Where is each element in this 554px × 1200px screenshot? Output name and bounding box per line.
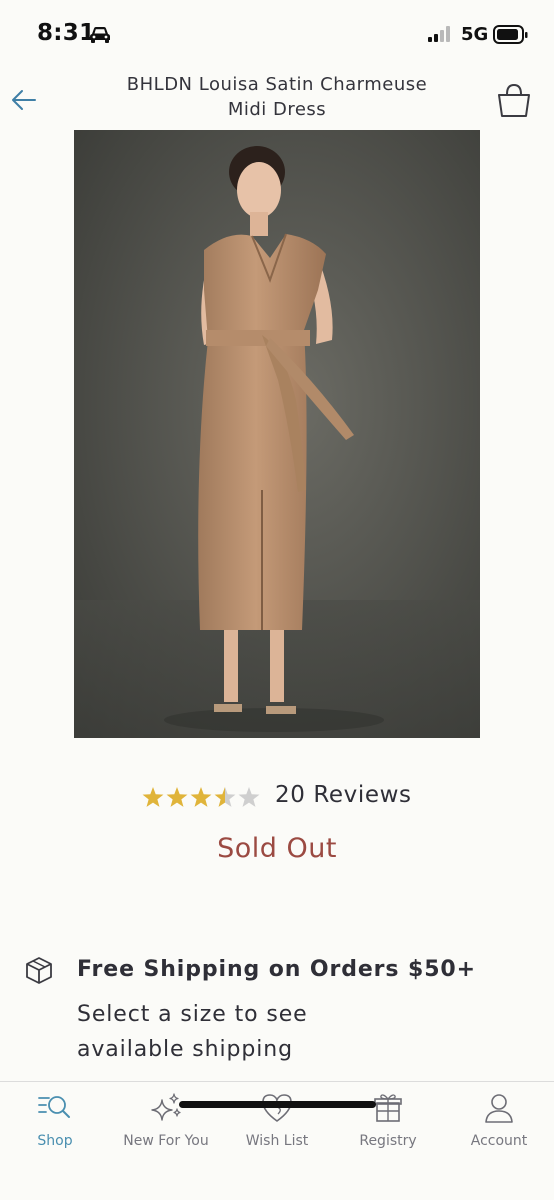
status-bar: 8:31 5G [0, 0, 554, 70]
tab-shop[interactable]: Shop [0, 1082, 110, 1162]
cellular-signal-icon [428, 26, 454, 46]
tab-label: Shop [37, 1133, 73, 1149]
star-icon [142, 787, 164, 807]
arrow-left-icon [12, 90, 36, 110]
battery-icon [493, 25, 529, 49]
tab-label: New For You [123, 1133, 209, 1149]
tab-registry[interactable]: Registry [333, 1082, 443, 1162]
tab-label: Registry [359, 1133, 417, 1149]
shipping-info: Free Shipping on Orders $50+ Select a si… [0, 950, 554, 1070]
page-title: BHLDN Louisa Satin Charmeuse Midi Dress [100, 72, 454, 122]
page-title-line-2: Midi Dress [227, 99, 327, 120]
tab-label: Wish List [245, 1133, 309, 1149]
tab-label: Account [470, 1133, 528, 1149]
home-indicator[interactable] [179, 1101, 376, 1108]
product-detail-screen: 8:31 5G BHLDN Louisa Satin Charmeuse Mid… [0, 0, 554, 1200]
network-type: 5G [461, 24, 489, 45]
star-icon [190, 787, 212, 807]
shopping-bag-icon [498, 83, 530, 117]
bottom-tab-bar: Shop New For You Wish List Registry Acco… [0, 1081, 554, 1200]
tab-wish-list[interactable]: Wish List [222, 1082, 332, 1162]
shop-search-icon [38, 1096, 70, 1118]
shopping-bag-button[interactable] [494, 80, 534, 120]
status-time: 8:31 [37, 20, 96, 46]
shipping-title: Free Shipping on Orders $50+ [77, 957, 476, 982]
heart-icon [262, 1094, 292, 1122]
car-icon [88, 26, 112, 48]
gift-icon [374, 1094, 402, 1122]
star-icon [238, 787, 260, 807]
shipping-note: Select a size to see available shipping [77, 1002, 308, 1062]
star-icon [214, 787, 236, 807]
page-title-line-1: BHLDN Louisa Satin Charmeuse [126, 74, 428, 95]
product-rating: 20 Reviews [0, 780, 554, 814]
reviews-link[interactable]: 20 Reviews [275, 782, 412, 808]
package-icon [24, 955, 54, 989]
tab-new-for-you[interactable]: New For You [111, 1082, 221, 1162]
product-header: BHLDN Louisa Satin Charmeuse Midi Dress [0, 70, 554, 130]
tab-account[interactable]: Account [444, 1082, 554, 1162]
star-icon [166, 787, 188, 807]
back-button[interactable] [8, 84, 40, 116]
rating-stars [142, 786, 260, 814]
sparkles-icon [151, 1093, 181, 1121]
product-image[interactable] [74, 130, 480, 738]
person-icon [485, 1094, 513, 1123]
availability-status: Sold Out [217, 833, 337, 864]
